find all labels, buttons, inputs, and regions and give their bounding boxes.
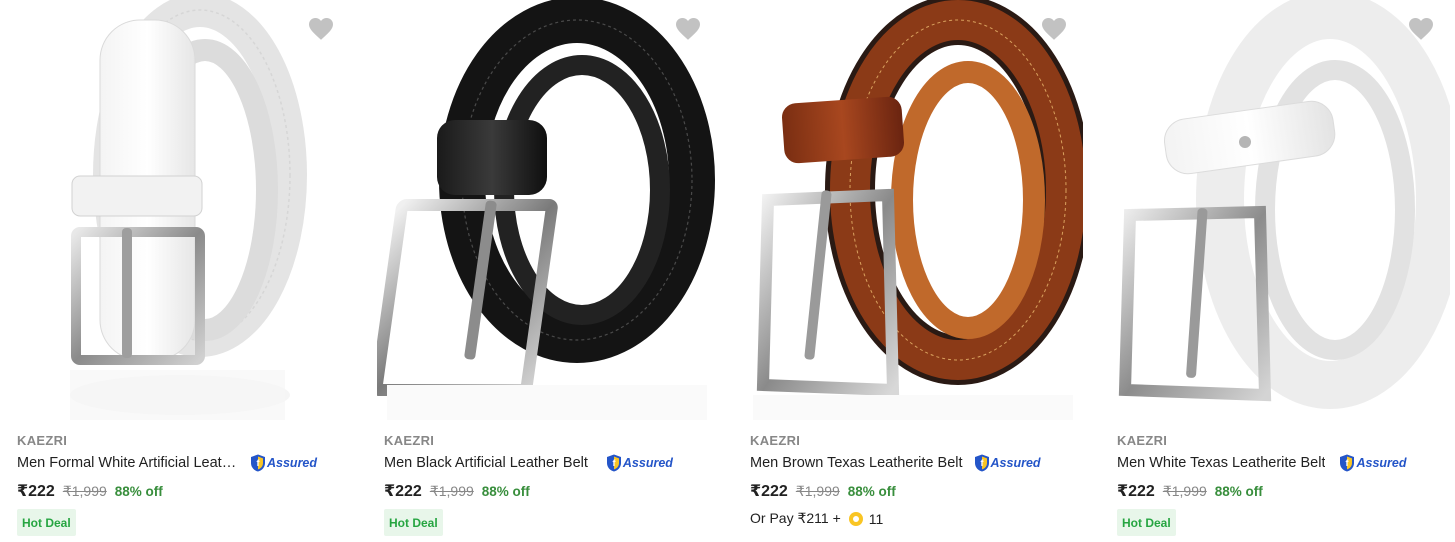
discount-percent: 88% off xyxy=(847,484,896,499)
white-belt-image xyxy=(70,0,307,420)
product-card[interactable]: KAEZRI Men Brown Texas Leatherite Belt f… xyxy=(733,0,1093,542)
shield-icon: f xyxy=(251,454,265,472)
black-belt-image xyxy=(377,0,715,420)
discount-percent: 88% off xyxy=(1214,484,1263,499)
white-belt-image xyxy=(1118,0,1450,409)
assured-label: Assured xyxy=(622,456,673,470)
supercoin-icon xyxy=(848,511,863,526)
product-title-row: Men Brown Texas Leatherite Belt f Assure… xyxy=(750,453,1090,473)
shield-icon: f xyxy=(1340,454,1355,472)
product-brand: KAEZRI xyxy=(750,433,801,448)
product-card[interactable]: KAEZRI Men Black Artificial Leather Belt… xyxy=(367,0,727,542)
supercoin-offer: Or Pay ₹211 + 11 xyxy=(750,510,883,527)
price-row: ₹222 ₹1,999 88% off xyxy=(17,481,163,501)
selling-price: ₹222 xyxy=(1117,483,1155,500)
assured-badge: f Assured xyxy=(250,453,317,473)
selling-price: ₹222 xyxy=(750,483,788,500)
original-price: ₹1,999 xyxy=(62,483,107,499)
discount-percent: 88% off xyxy=(114,484,163,499)
brown-belt-image xyxy=(753,0,1083,420)
original-price: ₹1,999 xyxy=(795,483,840,499)
shield-icon: f xyxy=(974,454,989,472)
wishlist-heart-icon[interactable] xyxy=(1039,14,1069,44)
supercoin-count: 11 xyxy=(868,510,884,527)
product-title-row: Men Formal White Artificial Leather Belt… xyxy=(17,453,357,473)
wishlist-heart-icon[interactable] xyxy=(306,14,336,44)
product-image[interactable] xyxy=(1110,0,1450,420)
hot-deal-badge: Hot Deal xyxy=(17,509,76,536)
assured-badge: f Assured xyxy=(1339,453,1407,473)
price-row: ₹222 ₹1,999 88% off xyxy=(1117,481,1263,501)
product-brand: KAEZRI xyxy=(1117,433,1168,448)
product-card[interactable]: KAEZRI Men White Texas Leatherite Belt f… xyxy=(1100,0,1455,542)
wishlist-heart-icon[interactable] xyxy=(673,14,703,44)
hot-deal-badge: Hot Deal xyxy=(384,509,443,536)
shield-icon: f xyxy=(606,454,621,472)
assured-label: Assured xyxy=(267,456,318,470)
product-title[interactable]: Men Black Artificial Leather Belt xyxy=(384,455,588,471)
selling-price: ₹222 xyxy=(384,483,422,500)
wishlist-heart-icon[interactable] xyxy=(1406,14,1436,44)
discount-percent: 88% off xyxy=(481,484,530,499)
product-card[interactable]: KAEZRI Men Formal White Artificial Leath… xyxy=(0,0,360,542)
price-row: ₹222 ₹1,999 88% off xyxy=(750,481,896,501)
supercoin-pay-text: Or Pay ₹211 + xyxy=(750,510,841,526)
assured-badge: f Assured xyxy=(974,453,1041,473)
product-title[interactable]: Men Brown Texas Leatherite Belt xyxy=(750,455,963,471)
product-image[interactable] xyxy=(743,0,1083,420)
product-brand: KAEZRI xyxy=(384,433,435,448)
hot-deal-badge: Hot Deal xyxy=(1117,509,1176,536)
product-image[interactable] xyxy=(377,0,717,420)
product-grid: KAEZRI Men Formal White Artificial Leath… xyxy=(0,0,1455,542)
product-title[interactable]: Men White Texas Leatherite Belt xyxy=(1117,455,1325,471)
product-image[interactable] xyxy=(10,0,350,420)
product-brand: KAEZRI xyxy=(17,433,68,448)
original-price: ₹1,999 xyxy=(429,483,474,499)
product-title[interactable]: Men Formal White Artificial Leather Belt xyxy=(17,455,242,471)
assured-badge: f Assured xyxy=(606,453,673,473)
product-title-row: Men White Texas Leatherite Belt f Assure… xyxy=(1117,453,1455,473)
assured-label: Assured xyxy=(1356,456,1407,470)
assured-label: Assured xyxy=(990,456,1041,470)
product-title-row: Men Black Artificial Leather Belt f Assu… xyxy=(384,453,724,473)
price-row: ₹222 ₹1,999 88% off xyxy=(384,481,530,501)
selling-price: ₹222 xyxy=(17,483,55,500)
original-price: ₹1,999 xyxy=(1162,483,1207,499)
